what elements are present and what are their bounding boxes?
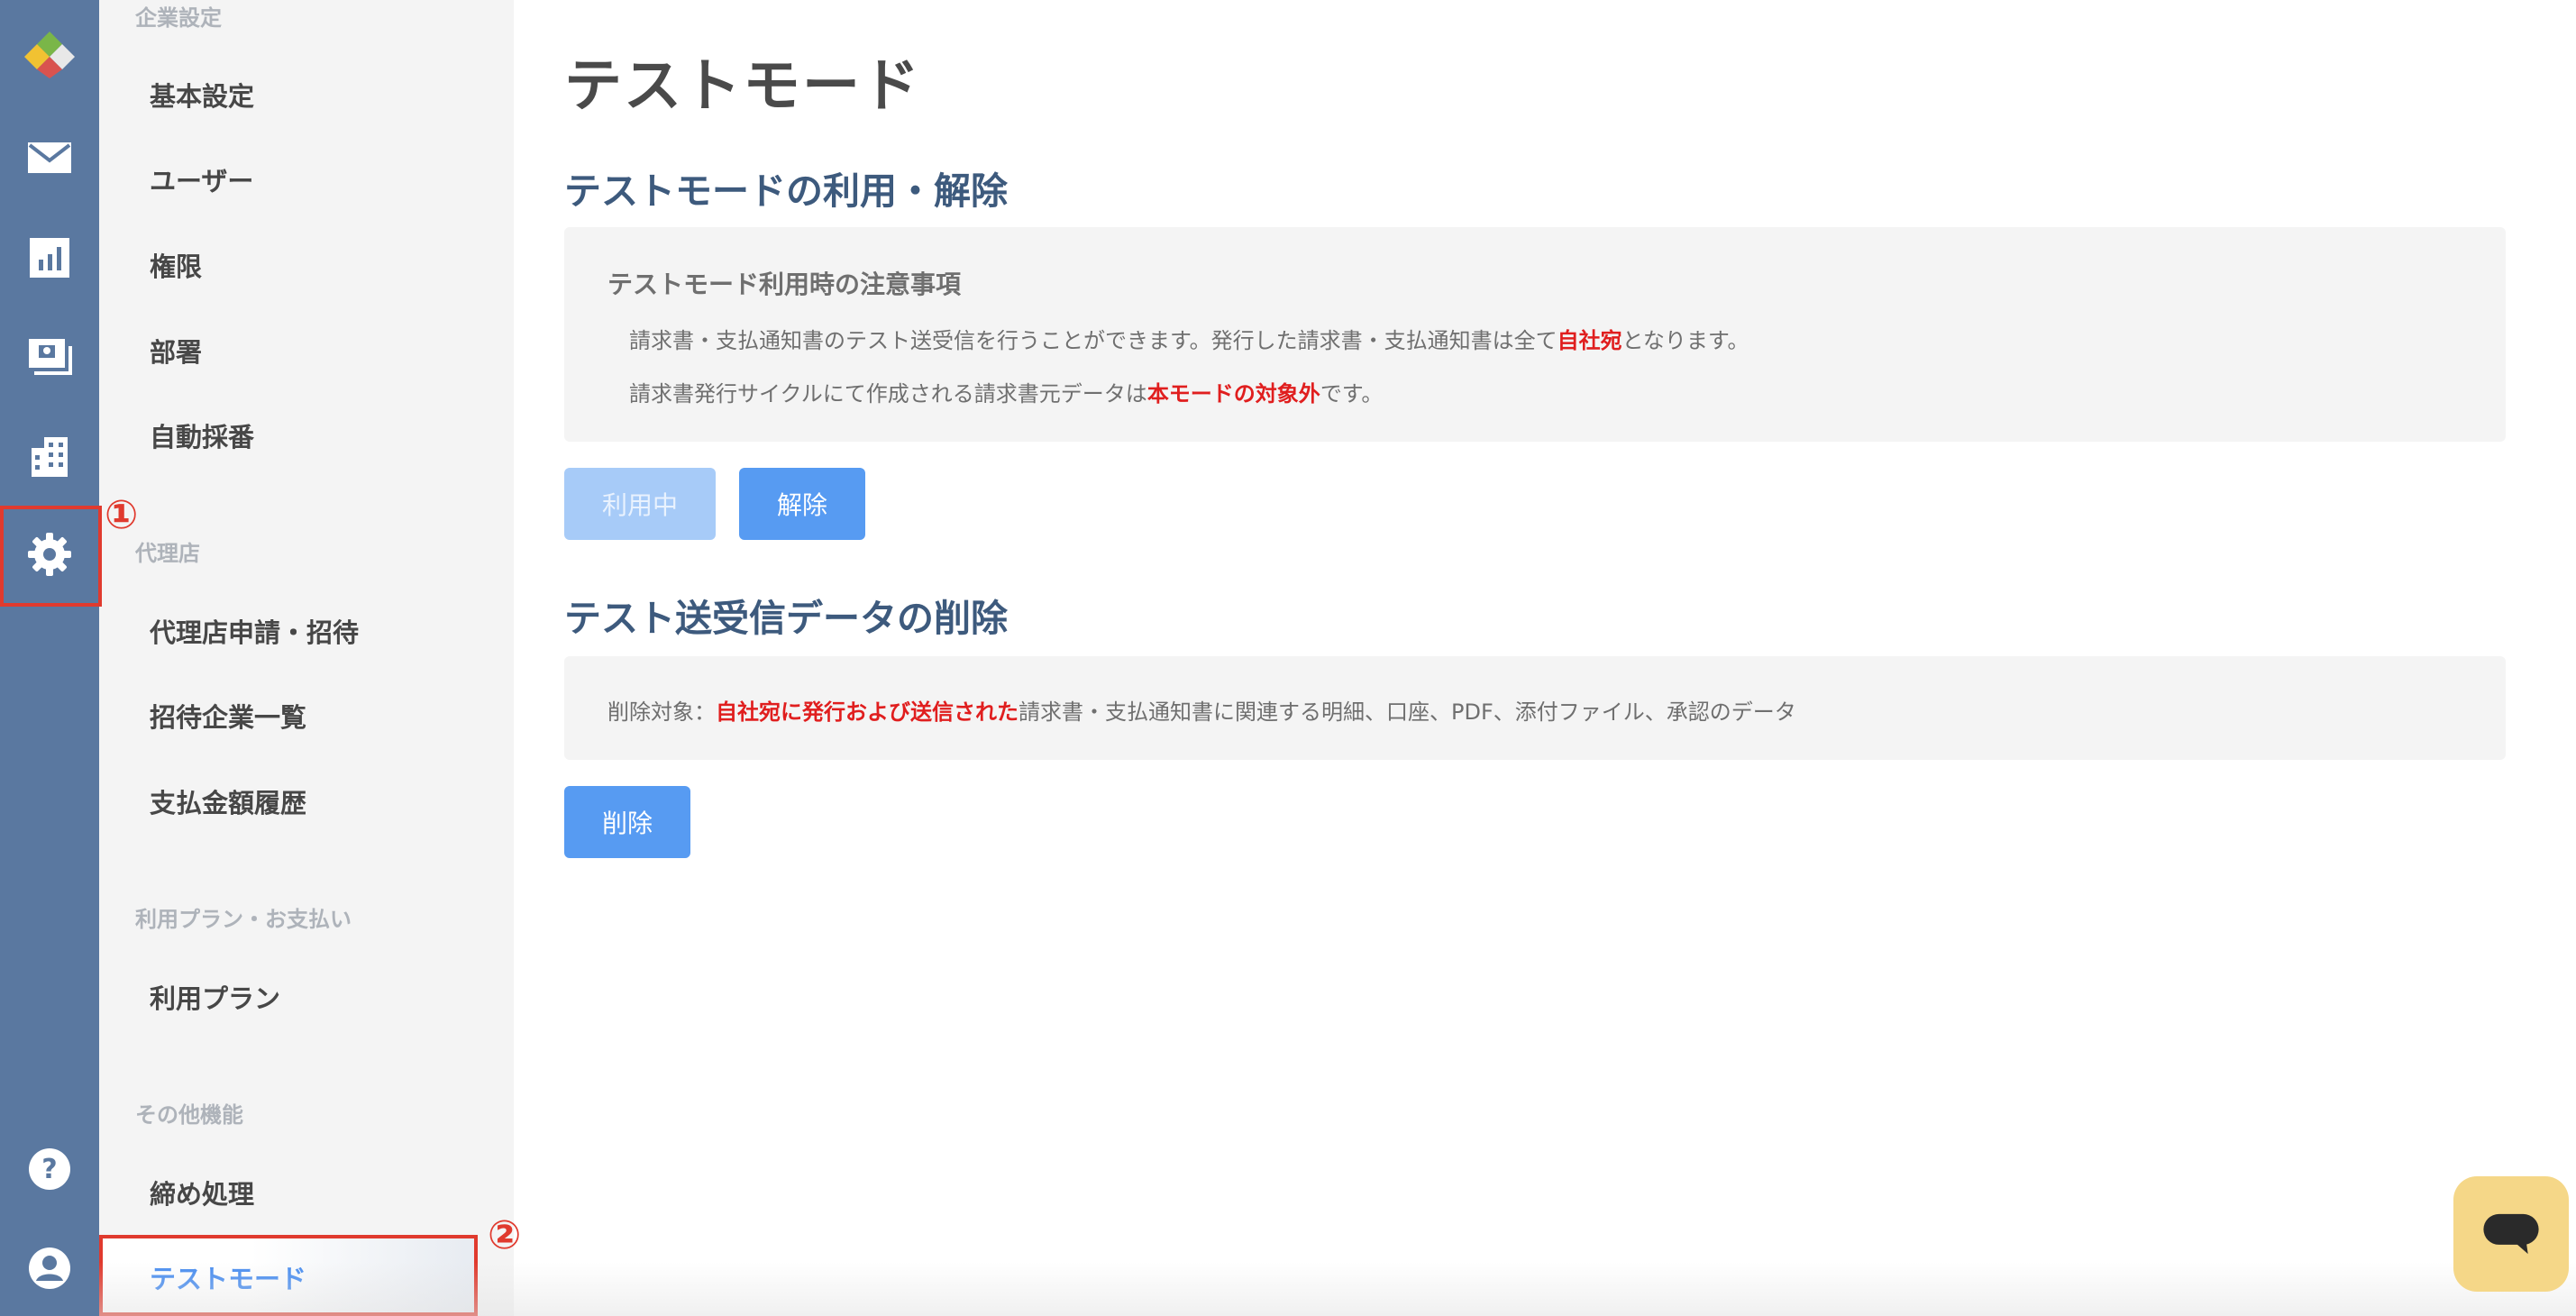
mail-icon[interactable] (0, 108, 99, 207)
sidebar-item-auto-numbering[interactable]: 自動採番 (99, 397, 478, 474)
building-icon[interactable] (0, 407, 99, 507)
sidebar-item-payment-history[interactable]: 支払金額履歴 (99, 763, 478, 840)
chat-bubble-icon (2483, 1213, 2539, 1255)
delete-section-title: テスト送受信データの削除 (564, 597, 1008, 640)
svg-text:?: ? (41, 1154, 57, 1185)
delete-target-line: 削除対象：自社宛に発行および送信された請求書・支払通知書に関連する明細、口座、P… (607, 699, 1796, 725)
sidebar-item-closing[interactable]: 締め処理 (99, 1154, 478, 1231)
release-button[interactable]: 解除 (739, 468, 865, 540)
annotation-number-1: ① (105, 492, 139, 538)
chart-icon[interactable] (0, 208, 99, 307)
annotation-box-1 (0, 506, 102, 607)
delete-notice-box: 削除対象：自社宛に発行および送信された請求書・支払通知書に関連する明細、口座、P… (564, 656, 2506, 760)
notice-line-1: 請求書・支払通知書のテスト送受信を行うことができます。発行した請求書・支払通知書… (629, 328, 1749, 353)
usage-section-title: テストモードの利用・解除 (564, 169, 1008, 213)
sidebar-item-users[interactable]: ユーザー (99, 141, 478, 218)
notice-line-2: 請求書発行サイクルにて作成される請求書元データは本モードの対象外です。 (629, 381, 1384, 407)
section-heading-plan: 利用プラン・お支払い (135, 907, 352, 932)
usage-notice-box: テストモード利用時の注意事項 請求書・支払通知書のテスト送受信を行うことができま… (564, 227, 2506, 442)
delete-target-highlight: 自社宛に発行および送信された (716, 699, 1019, 725)
self-addressed-highlight: 自社宛 (1557, 328, 1622, 353)
annotation-number-2: ② (488, 1212, 522, 1258)
settings-sidebar: 企業設定 基本設定 ユーザー 権限 部署 自動採番 代理店 代理店申請・招待 招… (99, 0, 514, 1316)
sidebar-item-plan[interactable]: 利用プラン (99, 958, 478, 1036)
sidebar-item-agency-application[interactable]: 代理店申請・招待 (99, 592, 478, 670)
in-use-button[interactable]: 利用中 (564, 468, 716, 540)
delete-button[interactable]: 削除 (564, 786, 690, 858)
invoice-icon[interactable] (0, 307, 99, 407)
sidebar-item-departments[interactable]: 部署 (99, 312, 478, 389)
icon-rail: ? (0, 0, 99, 1316)
page-title: テストモード (564, 53, 921, 120)
sidebar-item-invited-companies[interactable]: 招待企業一覧 (99, 677, 478, 754)
app-logo-icon[interactable] (0, 4, 99, 103)
annotation-box-2 (99, 1235, 478, 1316)
chat-widget-button[interactable] (2453, 1176, 2569, 1292)
sidebar-item-basic-settings[interactable]: 基本設定 (99, 56, 478, 133)
sidebar-item-permissions[interactable]: 権限 (99, 226, 478, 304)
section-heading-agency: 代理店 (135, 541, 200, 566)
account-icon[interactable] (0, 1219, 99, 1316)
section-heading-company: 企業設定 (135, 5, 222, 31)
section-heading-other: その他機能 (135, 1102, 243, 1128)
not-covered-highlight: 本モードの対象外 (1146, 381, 1320, 407)
help-icon[interactable]: ? (0, 1120, 99, 1219)
notice-title: テストモード利用時の注意事項 (607, 270, 962, 299)
